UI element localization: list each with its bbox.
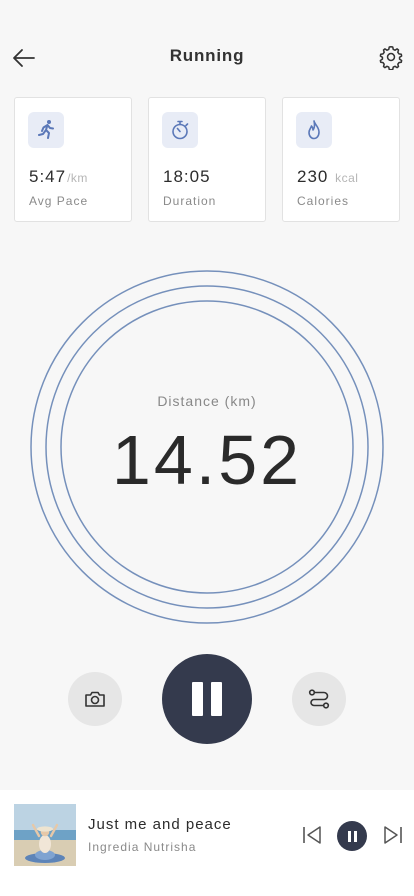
- workout-controls: [0, 654, 414, 744]
- pause-button[interactable]: [162, 654, 252, 744]
- route-button[interactable]: [292, 672, 346, 726]
- pause-icon: [192, 682, 203, 716]
- stat-value: 18:05: [163, 167, 211, 186]
- settings-button[interactable]: [378, 44, 404, 71]
- running-person-icon: [28, 112, 64, 148]
- gear-icon: [379, 45, 403, 71]
- camera-button[interactable]: [68, 672, 122, 726]
- stat-card-calories: 230 kcal Calories: [282, 97, 400, 222]
- stat-card-duration: 18:05 Duration: [148, 97, 266, 222]
- stat-label: Duration: [163, 194, 217, 208]
- pause-icon: [353, 830, 357, 842]
- distance-ring: Distance (km) 14.52: [30, 270, 384, 624]
- previous-track-button[interactable]: [302, 825, 322, 845]
- skip-back-icon: [303, 826, 321, 844]
- stat-card-pace: 5:47/km Avg Pace: [14, 97, 132, 222]
- stats-row: 5:47/km Avg Pace 18:05 Duration 230 kcal…: [14, 97, 400, 222]
- pause-icon: [347, 830, 351, 842]
- page-title: Running: [169, 46, 245, 65]
- player-pause-button[interactable]: [337, 821, 367, 851]
- music-player: Just me and peace Ingredia Nutrisha: [0, 790, 414, 896]
- camera-icon: [85, 691, 105, 707]
- skip-forward-icon: [384, 826, 402, 844]
- flame-icon: [296, 112, 332, 148]
- stopwatch-icon: [162, 112, 198, 148]
- song-title: Just me and peace: [88, 816, 232, 833]
- distance-value: 14.52: [111, 421, 303, 499]
- top-bar: Running: [0, 36, 414, 80]
- distance-label: Distance (km): [157, 393, 257, 409]
- song-artist: Ingredia Nutrisha: [88, 840, 197, 854]
- stat-label: Calories: [297, 194, 350, 208]
- album-art[interactable]: [14, 804, 76, 866]
- pause-icon: [211, 682, 222, 716]
- next-track-button[interactable]: [383, 825, 403, 845]
- stat-label: Avg Pace: [29, 194, 89, 208]
- stat-value: 5:47/km: [29, 167, 88, 186]
- stat-value: 230 kcal: [297, 167, 359, 186]
- route-icon: [308, 689, 330, 709]
